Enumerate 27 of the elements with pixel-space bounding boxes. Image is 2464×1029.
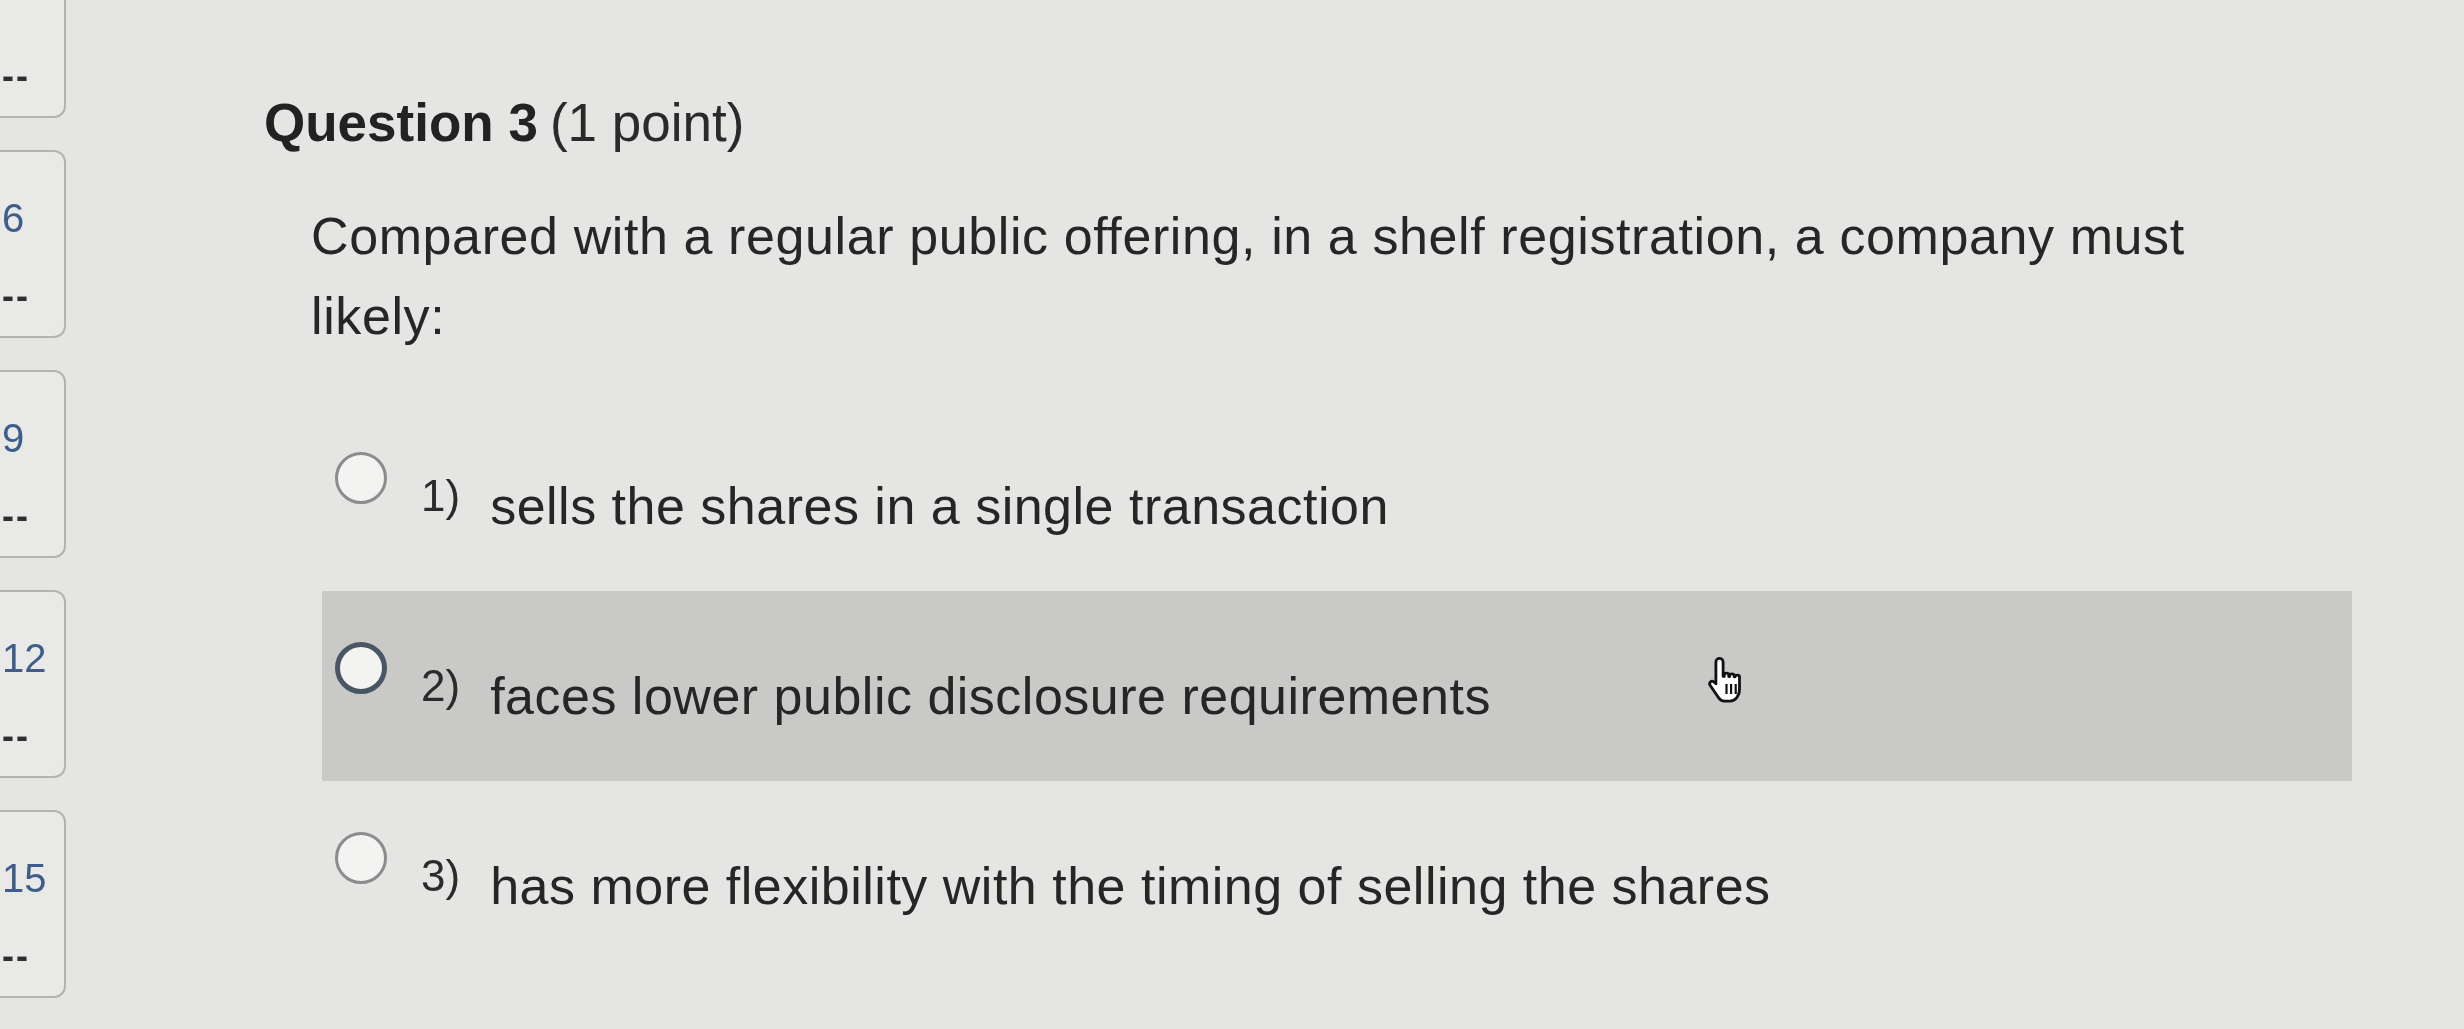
question-score: -- bbox=[2, 276, 30, 316]
question-score: -- bbox=[2, 496, 30, 536]
question-points: (1 point) bbox=[549, 92, 745, 154]
question-tile[interactable]: -- bbox=[0, 0, 66, 118]
option-text: has more flexibility with the timing of selling the shares bbox=[490, 856, 1771, 917]
question-score: -- bbox=[2, 56, 30, 96]
highlighted-option-row[interactable]: 2) faces lower public disclosure requirements bbox=[322, 591, 2352, 781]
question-tile[interactable]: 12 -- bbox=[0, 590, 66, 778]
question-number: 9 bbox=[2, 416, 25, 460]
question-text: Compared with a regular public offering, in a shelf registration, a company must likely: bbox=[311, 206, 2186, 347]
option-number: 2) bbox=[421, 660, 461, 712]
question-number: 15 bbox=[2, 856, 47, 900]
question-score: -- bbox=[2, 936, 30, 976]
radio-button[interactable] bbox=[335, 832, 387, 884]
option-number: 3) bbox=[421, 850, 461, 902]
option-text: sells the shares in a single transaction bbox=[490, 476, 1389, 537]
question-title: Question 3 bbox=[264, 92, 538, 154]
question-tile[interactable]: 9 -- bbox=[0, 370, 66, 558]
option-number: 1) bbox=[421, 470, 461, 522]
question-tile[interactable]: 15 -- bbox=[0, 810, 66, 998]
radio-button[interactable] bbox=[335, 642, 387, 694]
question-tile[interactable]: 6 -- bbox=[0, 150, 66, 338]
question-score: -- bbox=[2, 716, 30, 756]
question-number: 6 bbox=[2, 196, 25, 240]
radio-button[interactable] bbox=[335, 452, 387, 504]
question-number: 12 bbox=[2, 636, 47, 680]
option-text: faces lower public disclosure requirements bbox=[490, 666, 1491, 727]
